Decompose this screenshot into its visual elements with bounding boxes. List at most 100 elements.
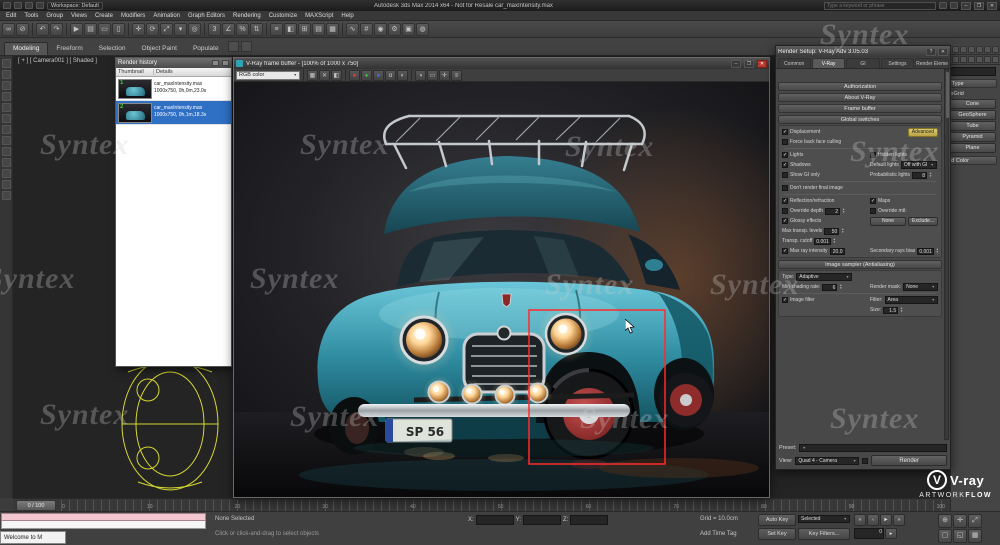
select-and-scale-icon[interactable]: ⤢ [160,23,173,36]
render-button[interactable]: Render [871,455,947,466]
red-channel-icon[interactable]: ● [349,70,360,81]
ribbon-config-icon[interactable] [241,41,252,52]
render-setup-icon[interactable]: ⚙ [388,23,401,36]
go-to-start-button[interactable]: « [854,514,866,526]
menu-animation[interactable]: Animation [149,13,184,19]
rendered-image[interactable]: SP 56 [234,82,769,497]
track-mouse-icon[interactable]: ✛ [439,70,450,81]
ribbon-tab-freeform[interactable]: Freeform [48,43,90,55]
viewport-tab-icon[interactable] [2,81,11,90]
column-thumbnail[interactable]: Thumbnail [116,69,154,75]
shadows-checkbox[interactable] [782,162,788,168]
add-time-tag[interactable]: Add Time Tag [700,531,737,537]
save-image-icon[interactable]: ▦ [307,70,318,81]
color-correction-icon[interactable]: ◑ [415,70,426,81]
zoom-all-icon[interactable]: ✛ [953,514,967,528]
clear-image-icon[interactable]: ✕ [319,70,330,81]
object-type-button-cone[interactable]: Cone [950,99,996,109]
render-setup-titlebar[interactable]: Render Setup: V-Ray Adv 3.05.03 ? ✕ [776,46,950,57]
mono-channel-icon[interactable]: ◐ [397,70,408,81]
menu-help[interactable]: Help [337,13,357,19]
viewport-tab-icon[interactable] [2,59,11,68]
key-mode-toggle[interactable]: ▸ [885,528,897,539]
maxscript-mini-listener[interactable] [1,521,206,529]
override-mtl-none-button[interactable]: None [870,217,906,226]
close-icon[interactable]: ✕ [938,48,948,56]
workspace-dropdown[interactable]: Workspace: Default [47,2,103,10]
undo-icon[interactable] [25,2,33,9]
preset-dropdown[interactable] [799,444,947,452]
layer-manager-icon[interactable]: ▤ [312,23,325,36]
stamp-icon[interactable]: ≡ [451,70,462,81]
timeline-ruler[interactable]: 0 10 20 30 40 50 60 70 80 90 100 [61,500,946,511]
viewport-tab-icon[interactable] [2,125,11,134]
rollout-frame-buffer[interactable]: Frame buffer [778,104,942,113]
menu-rendering[interactable]: Rendering [229,13,265,19]
material-editor-icon[interactable]: ◉ [374,23,387,36]
rollout-authorization[interactable]: Authorization [778,82,942,91]
key-filters-button[interactable]: Key Filters... [798,528,850,540]
filter-dropdown[interactable]: Area [885,296,939,304]
dont-render-final-checkbox[interactable] [782,185,788,191]
close-button[interactable]: ✕ [757,60,767,68]
app-logo-icon[interactable] [3,2,11,9]
spinner-snap-icon[interactable]: ⇅ [250,23,263,36]
probabilistic-lights-value[interactable]: 8 [912,172,927,179]
tab-settings[interactable]: Settings [881,58,914,68]
hidden-lights-checkbox[interactable] [870,152,876,158]
restore-button[interactable]: ❐ [974,2,984,10]
rollout-about-vray[interactable]: About V-Ray [778,93,942,102]
graphite-toggle-icon[interactable]: ▦ [326,23,339,36]
coord-y-field[interactable] [523,515,561,525]
glossy-effects-checkbox[interactable] [782,218,788,224]
ribbon-tab-populate[interactable]: Populate [185,43,227,55]
close-icon[interactable] [222,60,229,66]
show-gi-only-checkbox[interactable] [782,172,788,178]
minimize-button[interactable]: – [961,2,971,10]
select-by-name-icon[interactable]: ▤ [84,23,97,36]
transp-cutoff-value[interactable]: 0.001 [814,238,831,245]
coord-x-field[interactable] [476,515,514,525]
maps-checkbox[interactable] [870,198,876,204]
override-depth-value[interactable]: 2 [825,208,840,215]
ribbon-tab-object-paint[interactable]: Object Paint [134,43,185,55]
schematic-view-icon[interactable]: # [360,23,373,36]
tab-vray[interactable]: V-Ray [812,58,845,68]
create-tab-icon[interactable] [952,46,959,53]
welcome-window-button[interactable]: Welcome to M [0,531,66,544]
viewport-tab-icon[interactable] [2,92,11,101]
window-crossing-icon[interactable]: ▯ [112,23,125,36]
go-to-end-button[interactable]: » [893,514,905,526]
lights-checkbox[interactable] [782,152,788,158]
rollout-global-switches[interactable]: Global switches [778,115,942,124]
menu-group[interactable]: Group [42,13,67,19]
max-transp-value[interactable]: 50 [824,228,839,235]
override-mtl-checkbox[interactable] [870,208,876,214]
green-channel-icon[interactable]: ● [361,70,372,81]
menu-modifiers[interactable]: Modifiers [117,13,149,19]
view-dropdown[interactable]: Quad 4 - Camera [795,457,859,465]
minimize-button[interactable]: – [731,60,741,68]
viewport-tab-icon[interactable] [2,70,11,79]
menu-customize[interactable]: Customize [265,13,301,19]
utilities-tab-icon[interactable] [992,46,999,53]
column-details[interactable]: Details [154,69,173,75]
ribbon-tab-selection[interactable]: Selection [91,43,134,55]
ribbon-minimize-icon[interactable] [228,41,239,52]
mirror-icon[interactable]: ◧ [284,23,297,36]
current-frame-field[interactable]: 0 [854,528,884,539]
orbit-icon[interactable]: ◱ [953,529,967,543]
rectangular-selection-icon[interactable]: ▭ [98,23,111,36]
render-mask-dropdown[interactable]: None [903,283,938,291]
lights-icon[interactable] [968,56,975,63]
menu-views[interactable]: Views [67,13,91,19]
auto-key-button[interactable]: Auto Key [758,514,796,526]
viewport-tab-icon[interactable] [2,169,11,178]
percent-snap-icon[interactable]: % [236,23,249,36]
menu-tools[interactable]: Tools [20,13,42,19]
object-type-button-pyramid[interactable]: Pyramid [950,132,996,142]
reflection-refraction-checkbox[interactable] [782,198,788,204]
align-icon[interactable]: ⊞ [298,23,311,36]
blue-channel-icon[interactable]: ● [373,70,384,81]
spinner[interactable] [842,207,847,215]
